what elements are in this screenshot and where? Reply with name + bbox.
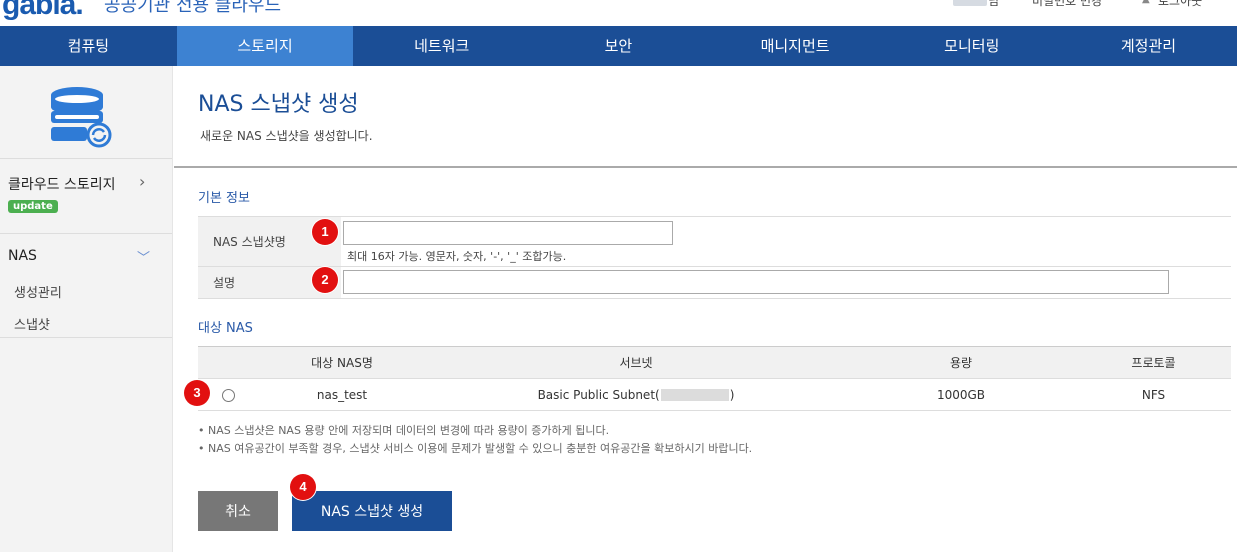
step-marker-3: 3 [184,380,210,406]
notes: • NAS 스냅샷은 NAS 용량 안에 저장되며 데이터의 변경에 따라 용량… [198,422,752,458]
gnb-computing[interactable]: 컴퓨팅 [0,26,177,66]
column-header-capacity: 용량 [846,346,1076,379]
logout-link[interactable]: 로그아웃 [1158,0,1202,9]
page-description: 새로운 NAS 스냅샷을 생성합니다. [200,129,373,143]
step-marker-2: 2 [312,267,338,293]
nas-select-radio[interactable] [221,388,235,402]
form-row-description: 설명 [198,267,1231,299]
form-value [341,267,1231,298]
logout-icon: ▲ [1142,0,1150,5]
chevron-down-icon: ﹀ [137,251,151,266]
basic-info-form: NAS 스냅샷명 최대 16자 가능. 영문자, 숫자, '-', '_' 조합… [198,216,1231,299]
note-item: • NAS 여유공간이 부족할 경우, 스냅샷 서비스 이용에 문제가 발생할 … [198,442,753,455]
create-snapshot-button[interactable]: NAS 스냅샷 생성 [292,491,452,531]
divider [174,166,1237,168]
protocol-cell: NFS [1076,378,1231,411]
column-header-select [198,346,258,379]
table-header-row: 대상 NAS명 서브넷 용량 프로토콜 [198,346,1231,379]
gnb-account[interactable]: 계정관리 [1060,26,1237,66]
target-nas-table: 대상 NAS명 서브넷 용량 프로토콜 nas_test Basic Publi… [198,346,1231,411]
column-header-nas-name: 대상 NAS명 [258,346,426,379]
snapshot-name-input[interactable] [343,221,673,245]
sidebar-header [0,66,172,159]
table-row[interactable]: nas_test Basic Public Subnet() 1000GB NF… [198,378,1231,411]
top-bar: gabia. 공공기관 전용 클라우드 님 비밀번호 변경 ▲ 로그아웃 [0,0,1237,26]
sidebar-item-snapshot[interactable]: 스냅샷 [14,314,164,333]
section-title-target-nas: 대상 NAS [198,321,253,336]
subnet-prefix: Basic Public Subnet( [537,387,660,402]
section-title-basic-info: 기본 정보 [198,191,250,206]
main-content: NAS 스냅샷 생성 새로운 NAS 스냅샷을 생성합니다. 기본 정보 NAS… [174,66,1237,552]
sidebar: 클라우드 스토리지 › update NAS ﹀ 생성관리 스냅샷 [0,66,173,552]
column-header-subnet: 서브넷 [426,346,846,379]
gnb-management[interactable]: 매니지먼트 [707,26,884,66]
chevron-right-icon: › [139,172,146,191]
global-nav: 컴퓨팅 스토리지 네트워크 보안 매니지먼트 모니터링 계정관리 [0,26,1237,66]
logo-subtitle: 공공기관 전용 클라우드 [104,0,282,16]
form-value: 최대 16자 가능. 영문자, 숫자, '-', '_' 조합가능. [341,217,1231,266]
storage-database-icon [51,87,112,148]
gnb-security[interactable]: 보안 [530,26,707,66]
page-title: NAS 스냅샷 생성 [198,92,359,117]
logo[interactable]: gabia. [2,0,84,22]
user-suffix: 님 [988,0,1000,8]
cancel-button[interactable]: 취소 [198,491,278,531]
sidebar-item-nas[interactable]: NAS ﹀ 생성관리 스냅샷 [0,234,172,338]
sidebar-item-cloud-storage[interactable]: 클라우드 스토리지 › update [0,159,172,234]
form-row-name: NAS 스냅샷명 최대 16자 가능. 영문자, 숫자, '-', '_' 조합… [198,217,1231,267]
gnb-monitoring[interactable]: 모니터링 [883,26,1060,66]
capacity-cell: 1000GB [846,378,1076,411]
sidebar-item-create-manage[interactable]: 생성관리 [14,282,164,301]
description-input[interactable] [343,270,1169,294]
update-badge: update [8,200,58,213]
subnet-suffix: ) [729,387,735,402]
gnb-network[interactable]: 네트워크 [353,26,530,66]
user-name-redacted [953,0,987,6]
column-header-protocol: 프로토콜 [1076,346,1231,379]
nas-name-cell: nas_test [258,378,426,411]
step-marker-1: 1 [312,219,338,245]
subnet-cell: Basic Public Subnet() [426,378,846,411]
change-password-link[interactable]: 비밀번호 변경 [1032,0,1102,9]
snapshot-name-hint: 최대 16자 가능. 영문자, 숫자, '-', '_' 조합가능. [347,250,567,263]
note-item: • NAS 스냅샷은 NAS 용량 안에 저장되며 데이터의 변경에 따라 용량… [198,424,610,437]
gnb-storage[interactable]: 스토리지 [176,26,354,66]
step-marker-4: 4 [290,474,316,500]
subnet-range-redacted [660,389,729,401]
